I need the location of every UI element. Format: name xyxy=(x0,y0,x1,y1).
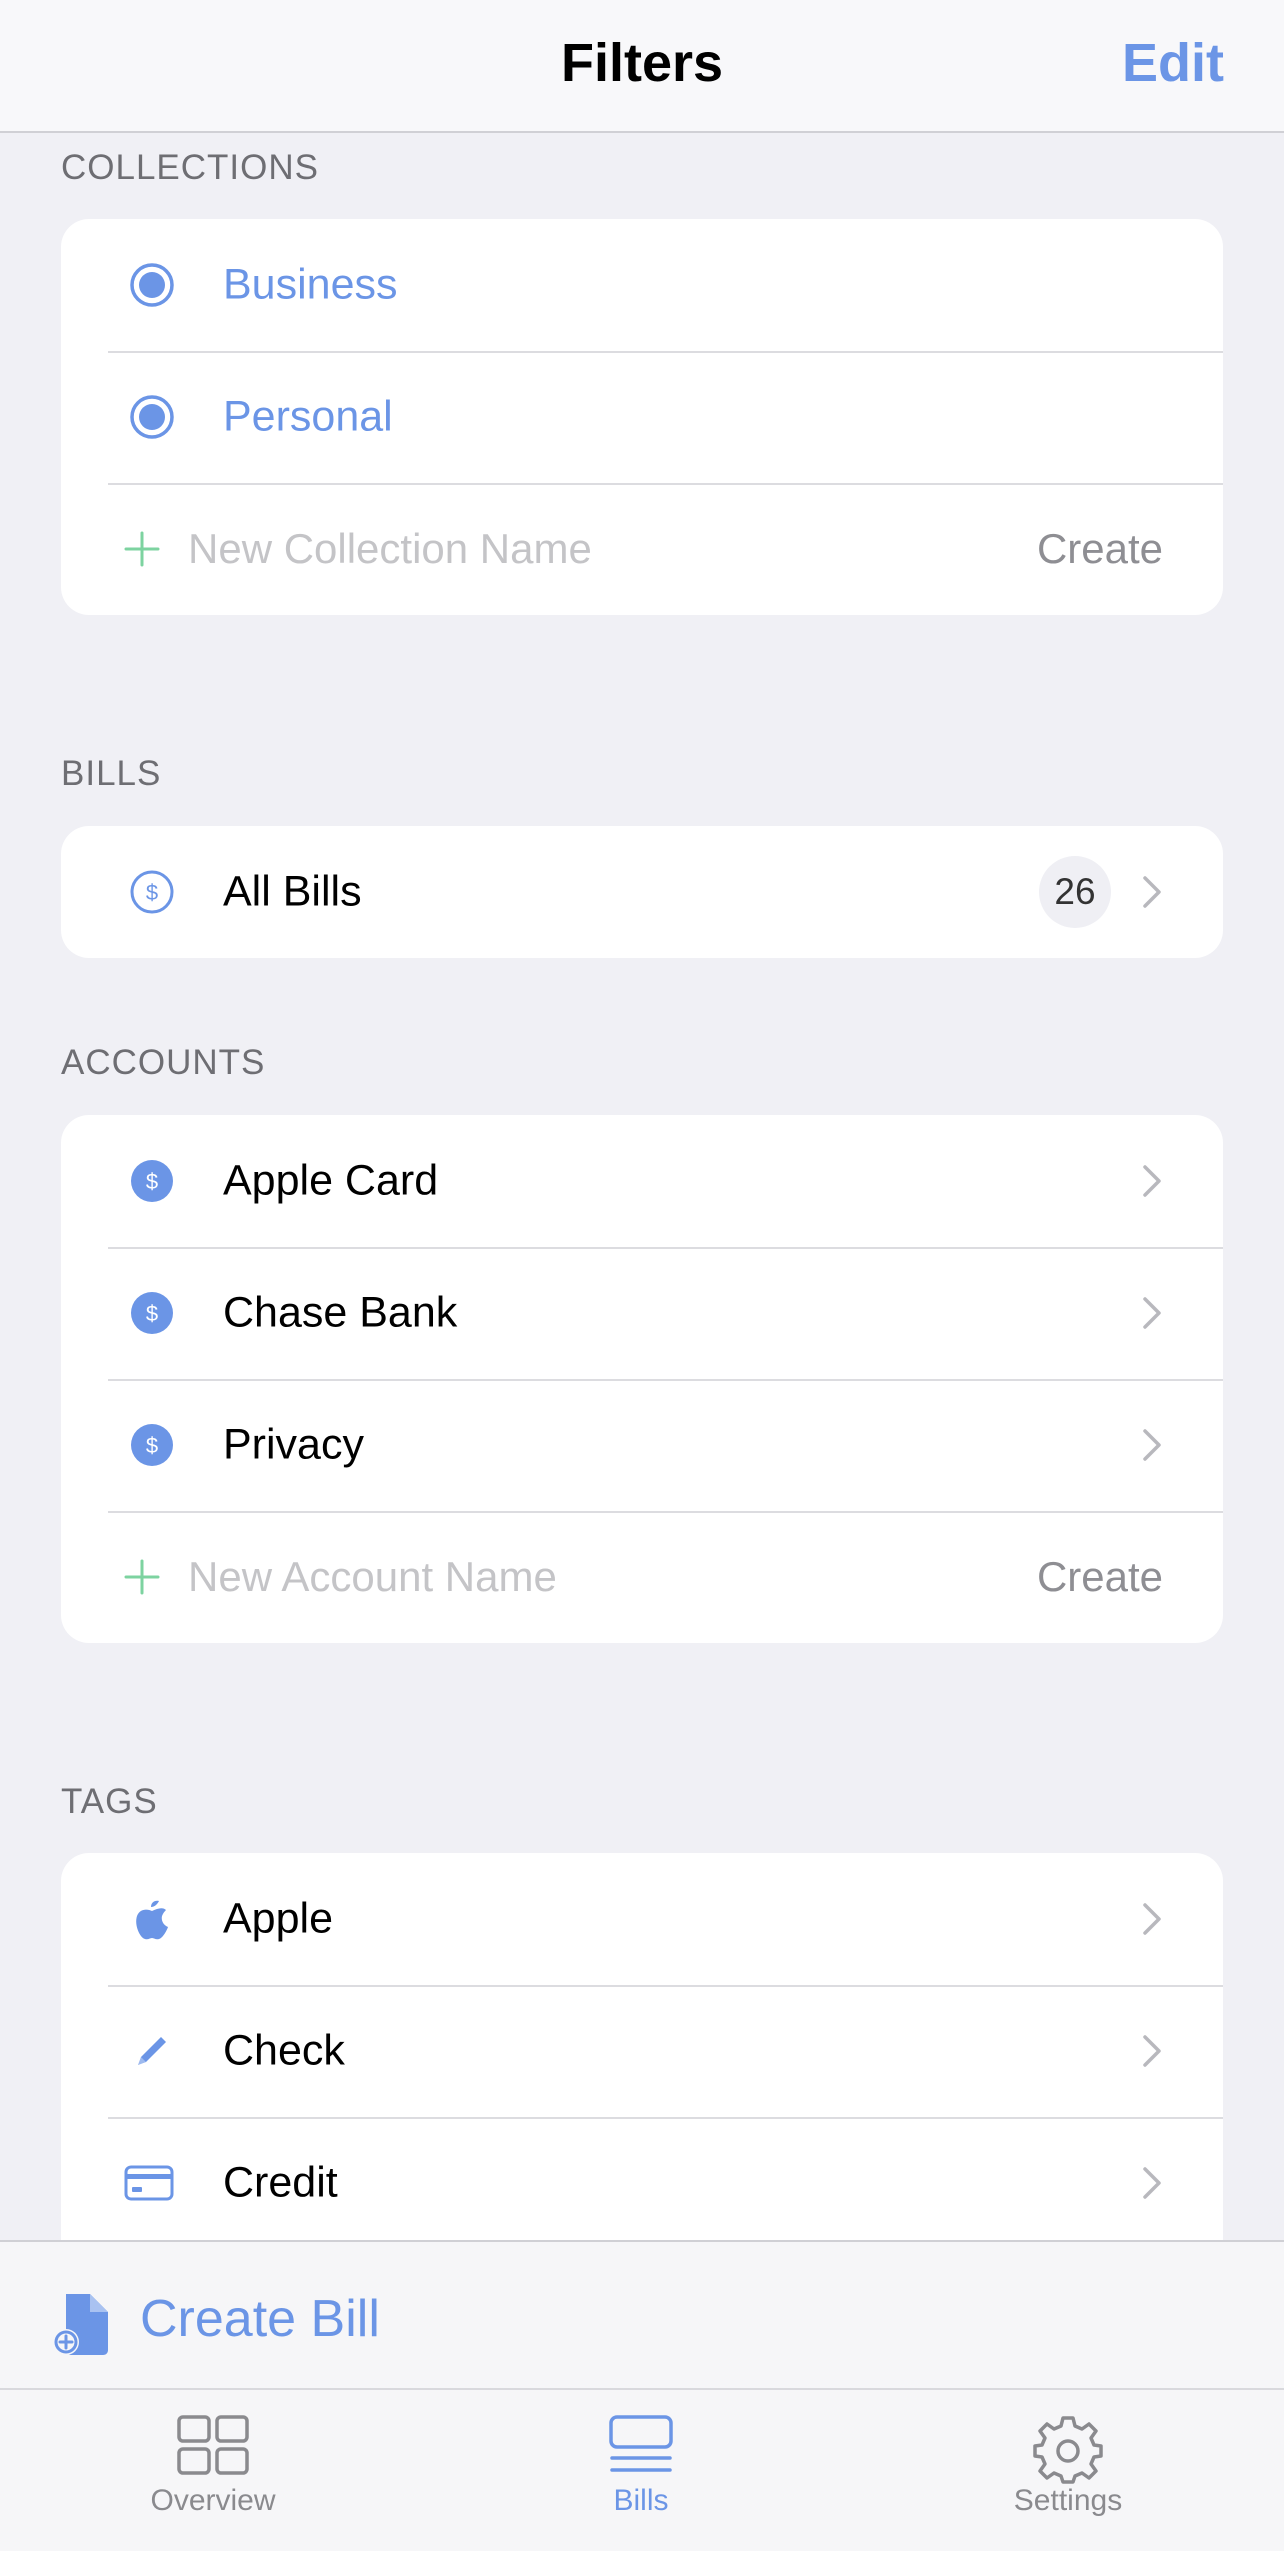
collection-item-personal[interactable]: Personal xyxy=(61,351,1223,483)
navigation-bar: Filters Edit xyxy=(0,0,1284,133)
grid-icon xyxy=(177,2415,249,2475)
radio-selected-icon xyxy=(129,394,175,440)
account-item-privacy[interactable]: $ Privacy xyxy=(61,1379,1223,1511)
chevron-right-icon xyxy=(1143,1297,1161,1329)
new-collection-row: New Collection Name Create xyxy=(61,483,1223,615)
tab-overview[interactable]: Overview xyxy=(103,2414,323,2518)
create-bill-toolbar: Create Bill xyxy=(0,2240,1284,2388)
apple-icon xyxy=(129,1896,175,1942)
svg-text:$: $ xyxy=(146,1433,158,1458)
collection-label: Business xyxy=(223,260,398,309)
tag-item-apple[interactable]: Apple xyxy=(61,1853,1223,1985)
gear-icon xyxy=(1033,2416,1103,2484)
dollar-circle-outline-icon: $ xyxy=(129,869,175,915)
collections-card: Business Personal New Collection Name Cr… xyxy=(61,219,1223,615)
dollar-circle-filled-icon: $ xyxy=(129,1422,175,1468)
create-bill-button[interactable]: Create Bill xyxy=(140,2289,380,2349)
tab-bills[interactable]: Bills xyxy=(531,2414,751,2518)
account-item-chase-bank[interactable]: $ Chase Bank xyxy=(61,1247,1223,1379)
new-account-row: New Account Name Create xyxy=(61,1511,1223,1643)
chevron-right-icon xyxy=(1143,2035,1161,2067)
radio-selected-icon xyxy=(129,262,175,308)
plus-icon xyxy=(124,531,160,567)
list-icon xyxy=(609,2415,673,2472)
tab-label: Settings xyxy=(1013,2484,1123,2517)
create-collection-button[interactable]: Create xyxy=(1037,525,1163,573)
section-header-accounts: ACCOUNTS xyxy=(61,1043,266,1082)
tag-label: Apple xyxy=(223,1894,333,1943)
edit-button[interactable]: Edit xyxy=(1122,32,1224,94)
section-header-tags: TAGS xyxy=(61,1782,158,1821)
dollar-circle-filled-icon: $ xyxy=(129,1290,175,1336)
bills-card: $ All Bills 26 xyxy=(61,826,1223,958)
new-collection-name-input[interactable]: New Collection Name xyxy=(188,525,592,573)
chevron-right-icon xyxy=(1143,1165,1161,1197)
account-label: Privacy xyxy=(223,1420,364,1469)
tab-label: Overview xyxy=(150,2484,276,2517)
tags-card: Apple Check Credit xyxy=(61,1853,1223,2273)
account-item-apple-card[interactable]: $ Apple Card xyxy=(61,1115,1223,1247)
filters-screen: Filters Edit COLLECTIONS Business Person… xyxy=(0,0,1284,2551)
tab-bar: Overview Bills Settings xyxy=(0,2388,1284,2551)
tag-label: Credit xyxy=(223,2158,338,2207)
pencil-icon xyxy=(129,2028,175,2074)
credit-card-icon xyxy=(121,2160,177,2206)
page-title: Filters xyxy=(560,33,724,93)
chevron-right-icon xyxy=(1143,876,1161,908)
svg-text:$: $ xyxy=(146,1169,158,1194)
tag-label: Check xyxy=(223,2026,345,2075)
account-label: Apple Card xyxy=(223,1156,439,1205)
svg-text:$: $ xyxy=(146,1301,158,1326)
new-account-name-input[interactable]: New Account Name xyxy=(188,1553,557,1601)
plus-icon xyxy=(124,1559,160,1595)
create-account-button[interactable]: Create xyxy=(1037,1553,1163,1601)
tag-item-credit[interactable]: Credit xyxy=(61,2117,1223,2249)
tab-settings[interactable]: Settings xyxy=(958,2414,1178,2518)
count-badge: 26 xyxy=(1039,856,1111,928)
tag-item-check[interactable]: Check xyxy=(61,1985,1223,2117)
chevron-right-icon xyxy=(1143,1903,1161,1935)
chevron-right-icon xyxy=(1143,1429,1161,1461)
chevron-right-icon xyxy=(1143,2167,1161,2199)
account-label: Chase Bank xyxy=(223,1288,458,1337)
section-header-collections: COLLECTIONS xyxy=(61,148,319,187)
bills-item-all-bills[interactable]: $ All Bills 26 xyxy=(61,826,1223,958)
bills-item-label: All Bills xyxy=(223,867,362,916)
section-header-bills: BILLS xyxy=(61,754,162,793)
dollar-circle-filled-icon: $ xyxy=(129,1158,175,1204)
document-add-icon[interactable] xyxy=(52,2292,114,2358)
accounts-card: $ Apple Card $ Chase Bank $ Privacy New … xyxy=(61,1115,1223,1643)
collection-item-business[interactable]: Business xyxy=(61,219,1223,351)
svg-text:$: $ xyxy=(146,880,158,905)
tab-label: Bills xyxy=(613,2484,669,2517)
collection-label: Personal xyxy=(223,392,393,441)
